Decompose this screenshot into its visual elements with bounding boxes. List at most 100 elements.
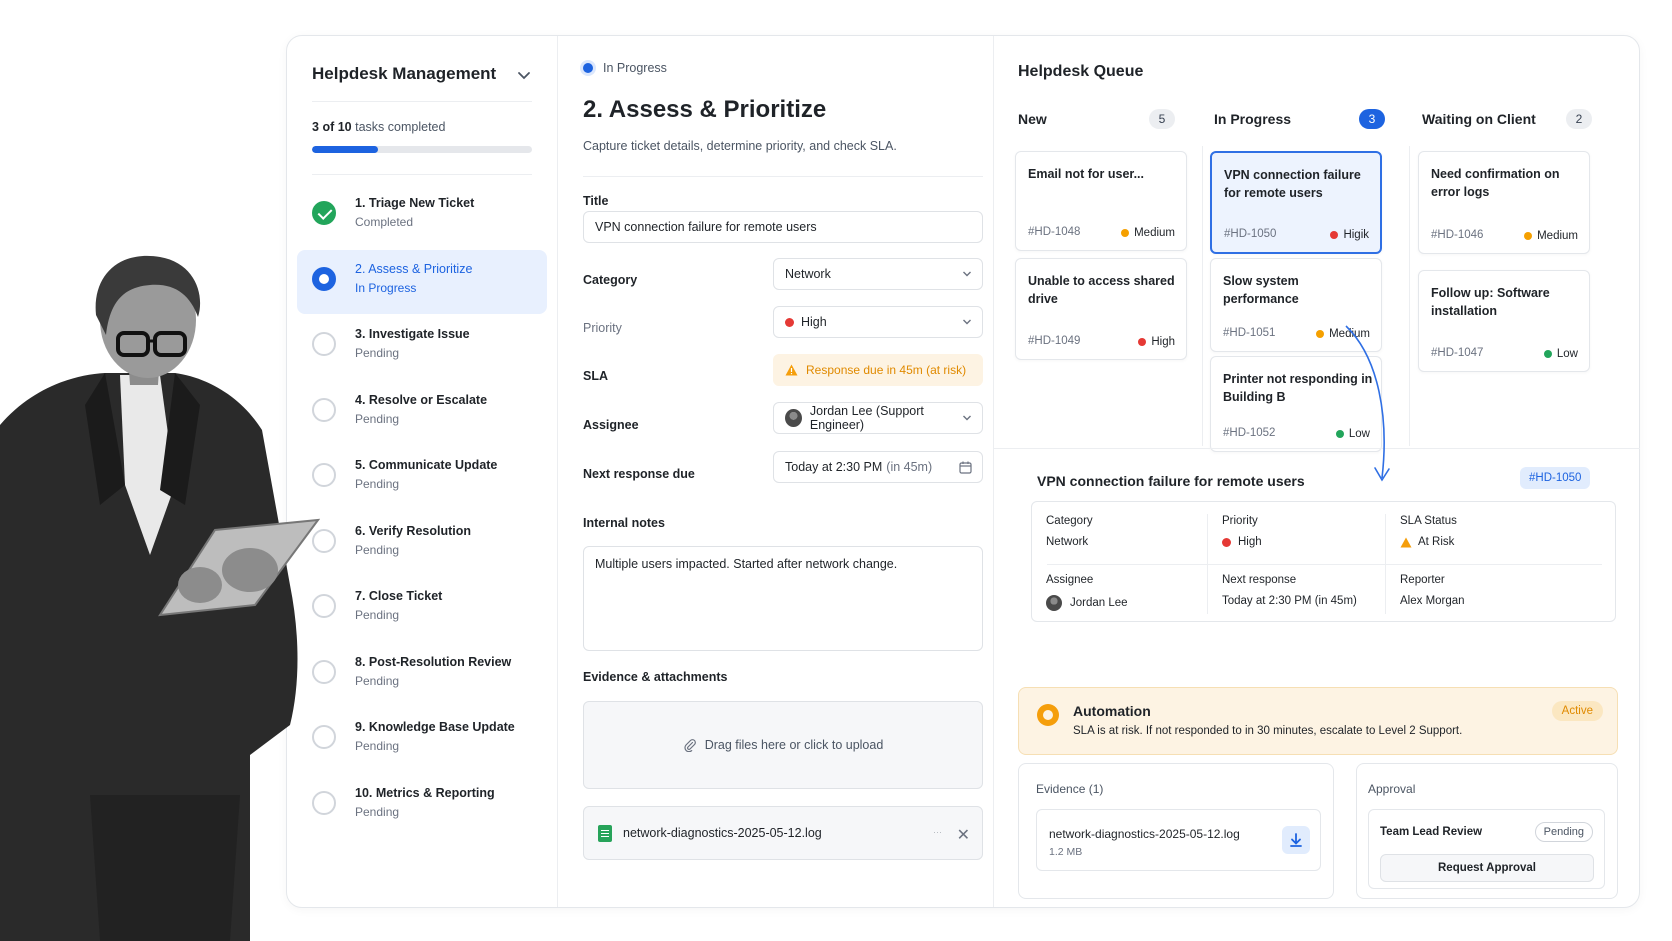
detail-reporter-value: Alex Morgan <box>1400 595 1465 607</box>
approval-panel: Approval Team Lead Review Pending Reques… <box>1356 763 1618 899</box>
title-label: Title <box>583 194 609 208</box>
ticket-card[interactable]: Email not for user... #HD-1048 Medium <box>1015 151 1187 251</box>
detail-title: VPN connection failure for remote users <box>1037 473 1305 489</box>
category-select-value: Network <box>785 267 831 281</box>
assignee-select-value: Jordan Lee (Support Engineer) <box>809 404 924 432</box>
ticket-priority: Medium <box>1121 227 1175 239</box>
category-select[interactable]: Network <box>773 258 983 290</box>
assignee-label: Assignee <box>583 418 639 432</box>
step-status: Pending <box>355 739 400 753</box>
step-item[interactable]: 9. Knowledge Base Update Pending <box>297 708 547 772</box>
next-response-label: Next response due <box>583 467 695 481</box>
assignee-select[interactable]: Jordan Lee (Support Engineer) <box>773 402 983 434</box>
detail-sla-value: At Risk <box>1418 536 1455 548</box>
ticket-priority-label: Medium <box>1537 230 1578 242</box>
next-response-hint: (in 45m) <box>886 460 933 474</box>
priority-dot-icon <box>1330 231 1339 239</box>
close-icon[interactable]: ✕ <box>957 825 970 845</box>
divider <box>312 101 532 102</box>
ticket-card[interactable]: Follow up: Software installation #HD-104… <box>1418 270 1590 372</box>
ticket-card-selected[interactable]: VPN connection failure for remote users … <box>1210 151 1382 254</box>
sla-warning: Response due in 45m (at risk) <box>773 354 983 386</box>
priority-dot-icon <box>785 317 794 327</box>
ticket-id: #HD-1047 <box>1431 347 1484 359</box>
ticket-card[interactable]: Need confirmation on error logs #HD-1046… <box>1418 151 1590 254</box>
stage-description: Capture ticket details, determine priori… <box>583 139 897 153</box>
ticket-priority-label: Medium <box>1134 227 1175 239</box>
calendar-icon[interactable] <box>959 461 972 474</box>
detail-reporter: Reporter Alex Morgan <box>1400 574 1570 607</box>
priority-select[interactable]: High <box>773 306 983 338</box>
step-status: Pending <box>355 542 400 557</box>
ticket-title: Follow up: Software installation <box>1431 286 1550 318</box>
divider <box>1047 564 1602 565</box>
step-item[interactable]: 2. Assess & Prioritize In Progress <box>297 249 547 314</box>
chevron-down-icon <box>963 415 971 421</box>
divider <box>583 176 983 177</box>
detail-assignee-value-wrap: Jordan Lee <box>1046 595 1216 611</box>
step-item[interactable]: 1. Triage New Ticket Completed <box>297 184 547 248</box>
queue-panel: Helpdesk Queue New 5 In Progress 3 Waiti… <box>994 36 1640 907</box>
automation-text: SLA is at risk. If not responded to in 3… <box>1073 725 1463 737</box>
chevron-down-icon[interactable] <box>515 66 533 84</box>
step-status: Pending <box>355 608 400 622</box>
detail-sla: SLA Status At Risk <box>1400 515 1570 548</box>
next-response-input[interactable]: Today at 2:30 PM (in 45m) <box>773 451 983 483</box>
ticket-card[interactable]: Unable to access shared drive #HD-1049 H… <box>1015 258 1187 360</box>
request-approval-button[interactable]: Request Approval <box>1380 854 1594 882</box>
paperclip-icon <box>684 739 696 752</box>
ticket-title: Email not for user... <box>1028 167 1144 181</box>
priority-dot-icon <box>1138 338 1147 346</box>
gear-icon <box>1037 704 1059 726</box>
ticket-id: #HD-1049 <box>1028 335 1081 347</box>
column-in-progress-count: 3 <box>1359 109 1385 129</box>
divider <box>1409 146 1410 446</box>
step-name: 1. Triage New Ticket <box>355 196 475 210</box>
ticket-id: #HD-1050 <box>1224 228 1277 240</box>
dropzone-text: Drag files here or click to upload <box>704 738 884 752</box>
divider <box>1202 146 1203 446</box>
detail-next-response: Next response Today at 2:30 PM (in 45m) <box>1222 574 1402 607</box>
step-status: Pending <box>355 411 400 426</box>
column-in-progress-header: In Progress <box>1214 111 1292 127</box>
evidence-file-name: network-diagnostics-2025-05-12.log <box>1049 827 1240 841</box>
detail-category-label: Category <box>1046 515 1093 527</box>
sla-label: SLA <box>583 369 608 383</box>
attached-file[interactable]: network-diagnostics-2025-05-12.log ··· ✕ <box>583 806 983 860</box>
evidence-file[interactable]: network-diagnostics-2025-05-12.log 1.2 M… <box>1036 809 1321 871</box>
evidence-file-size: 1.2 MB <box>1049 846 1083 858</box>
notes-label: Internal notes <box>583 516 665 530</box>
download-button[interactable] <box>1282 826 1310 854</box>
title-input-value: VPN connection failure for remote users <box>595 220 817 234</box>
step-item[interactable]: 7. Close Ticket Pending <box>297 577 547 641</box>
step-item[interactable]: 8. Post-Resolution Review Pending <box>297 643 547 707</box>
step-status: Pending <box>355 673 400 688</box>
step-status: Pending <box>355 477 400 491</box>
ticket-priority: Medium <box>1524 230 1578 242</box>
step-item[interactable]: 6. Verify Resolution Pending <box>297 512 547 576</box>
detail-id-badge: #HD-1050 <box>1520 467 1591 489</box>
step-name: 8. Post-Resolution Review <box>355 654 512 669</box>
column-new-count: 5 <box>1149 109 1175 129</box>
progress-text: 3 of 10 tasks completed <box>312 120 445 134</box>
ticket-priority-label: Higik <box>1343 229 1369 241</box>
detail-sla-value-wrap: At Risk <box>1400 536 1570 548</box>
upload-dropzone[interactable]: Drag files here or click to upload <box>583 701 983 789</box>
step-item[interactable]: 5. Communicate Update Pending <box>297 446 547 510</box>
attached-file-name: network-diagnostics-2025-05-12.log <box>623 826 822 840</box>
progress-total: 10 <box>337 120 352 134</box>
approval-name: Team Lead Review <box>1380 826 1483 838</box>
detail-priority-value-wrap: High <box>1222 536 1392 548</box>
stage-form: In Progress 2. Assess & Prioritize Captu… <box>558 36 993 907</box>
title-input[interactable]: VPN connection failure for remote users <box>583 211 983 243</box>
step-item[interactable]: 4. Resolve or Escalate Pending <box>297 381 547 445</box>
notes-textarea[interactable]: Multiple users impacted. Started after n… <box>583 546 983 651</box>
ticket-title: Unable to access shared drive <box>1028 274 1175 306</box>
step-item[interactable]: 3. Investigate Issue Pending <box>297 315 547 379</box>
evidence-label: Evidence (1) <box>1036 782 1104 796</box>
approval-label: Approval <box>1368 782 1416 796</box>
stage-status-label: In Progress <box>603 61 667 75</box>
stage-title: 2. Assess & Prioritize <box>583 96 827 123</box>
detail-assignee-label: Assignee <box>1046 574 1094 586</box>
step-item[interactable]: 10. Metrics & Reporting Pending <box>297 774 547 838</box>
